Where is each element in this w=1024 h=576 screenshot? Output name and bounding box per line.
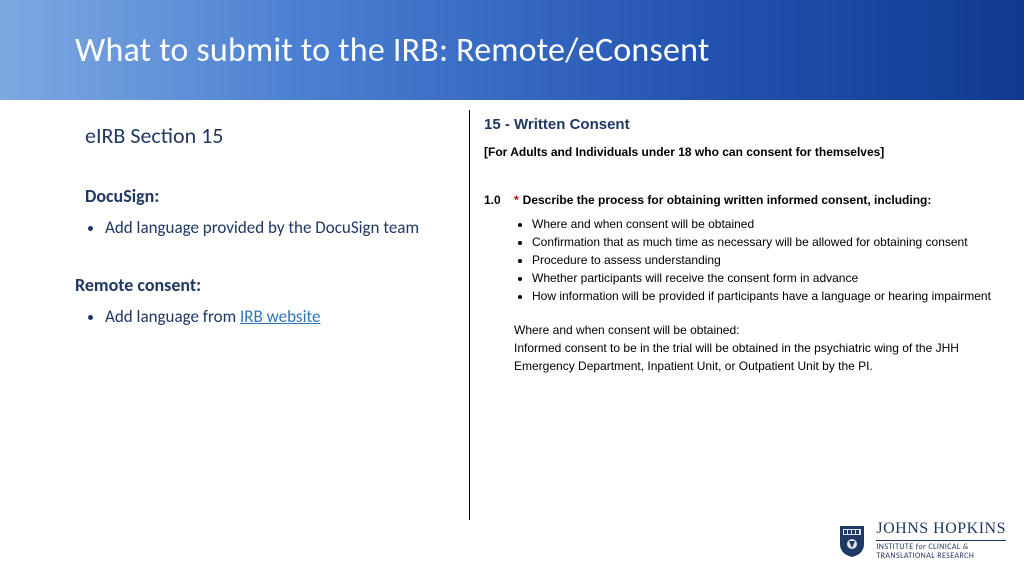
irb-website-link[interactable]: IRB website: [240, 306, 320, 327]
remote-bullet: Add language from IRB website: [105, 306, 440, 329]
remote-heading: Remote consent:: [75, 274, 440, 296]
content-area: eIRB Section 15 DocuSign: Add language p…: [0, 100, 1024, 510]
q-bullet: Whether participants will receive the co…: [532, 269, 1004, 287]
remote-bullet-prefix: Add language from: [105, 306, 240, 327]
q-bullet: How information will be provided if part…: [532, 287, 1004, 305]
required-star-icon: *: [514, 193, 519, 207]
q-bullet: Where and when consent will be obtained: [532, 215, 1004, 233]
docusign-bullets: Add language provided by the DocuSign te…: [85, 217, 440, 240]
form-section-title: 15 - Written Consent: [484, 116, 1004, 133]
shield-icon: [838, 524, 866, 558]
question-text: Describe the process for obtaining writt…: [523, 193, 932, 207]
item-question: * Describe the process for obtaining writ…: [514, 193, 1004, 207]
right-column: 15 - Written Consent [For Adults and Ind…: [470, 100, 1024, 510]
section-title: eIRB Section 15: [85, 122, 440, 149]
remote-bullets: Add language from IRB website: [85, 306, 440, 329]
logo-footer: JOHNS HOPKINS INSTITUTE for CLINICAL & T…: [838, 520, 1006, 562]
docusign-heading: DocuSign:: [85, 185, 440, 207]
form-section-subtitle: [For Adults and Individuals under 18 who…: [484, 145, 1004, 159]
form-item: 1.0 * Describe the process for obtaining …: [484, 193, 1004, 375]
item-number: 1.0: [484, 193, 514, 375]
q-bullet: Procedure to assess understanding: [532, 251, 1004, 269]
answer-para1: Where and when consent will be obtained:: [514, 321, 1004, 339]
left-column: eIRB Section 15 DocuSign: Add language p…: [0, 100, 470, 510]
q-bullet: Confirmation that as much time as necess…: [532, 233, 1004, 251]
logo-main: JOHNS HOPKINS: [876, 520, 1006, 538]
slide-title: What to submit to the IRB: Remote/eConse…: [75, 30, 709, 71]
question-bullets: Where and when consent will be obtained …: [514, 215, 1004, 305]
logo-sub: INSTITUTE for CLINICAL & TRANSLATIONAL R…: [876, 540, 1006, 562]
item-body: * Describe the process for obtaining writ…: [514, 193, 1004, 375]
title-banner: What to submit to the IRB: Remote/eConse…: [0, 0, 1024, 100]
docusign-bullet: Add language provided by the DocuSign te…: [105, 217, 440, 240]
answer-para2: Informed consent to be in the trial will…: [514, 339, 1004, 375]
logo-text: JOHNS HOPKINS INSTITUTE for CLINICAL & T…: [876, 520, 1006, 562]
